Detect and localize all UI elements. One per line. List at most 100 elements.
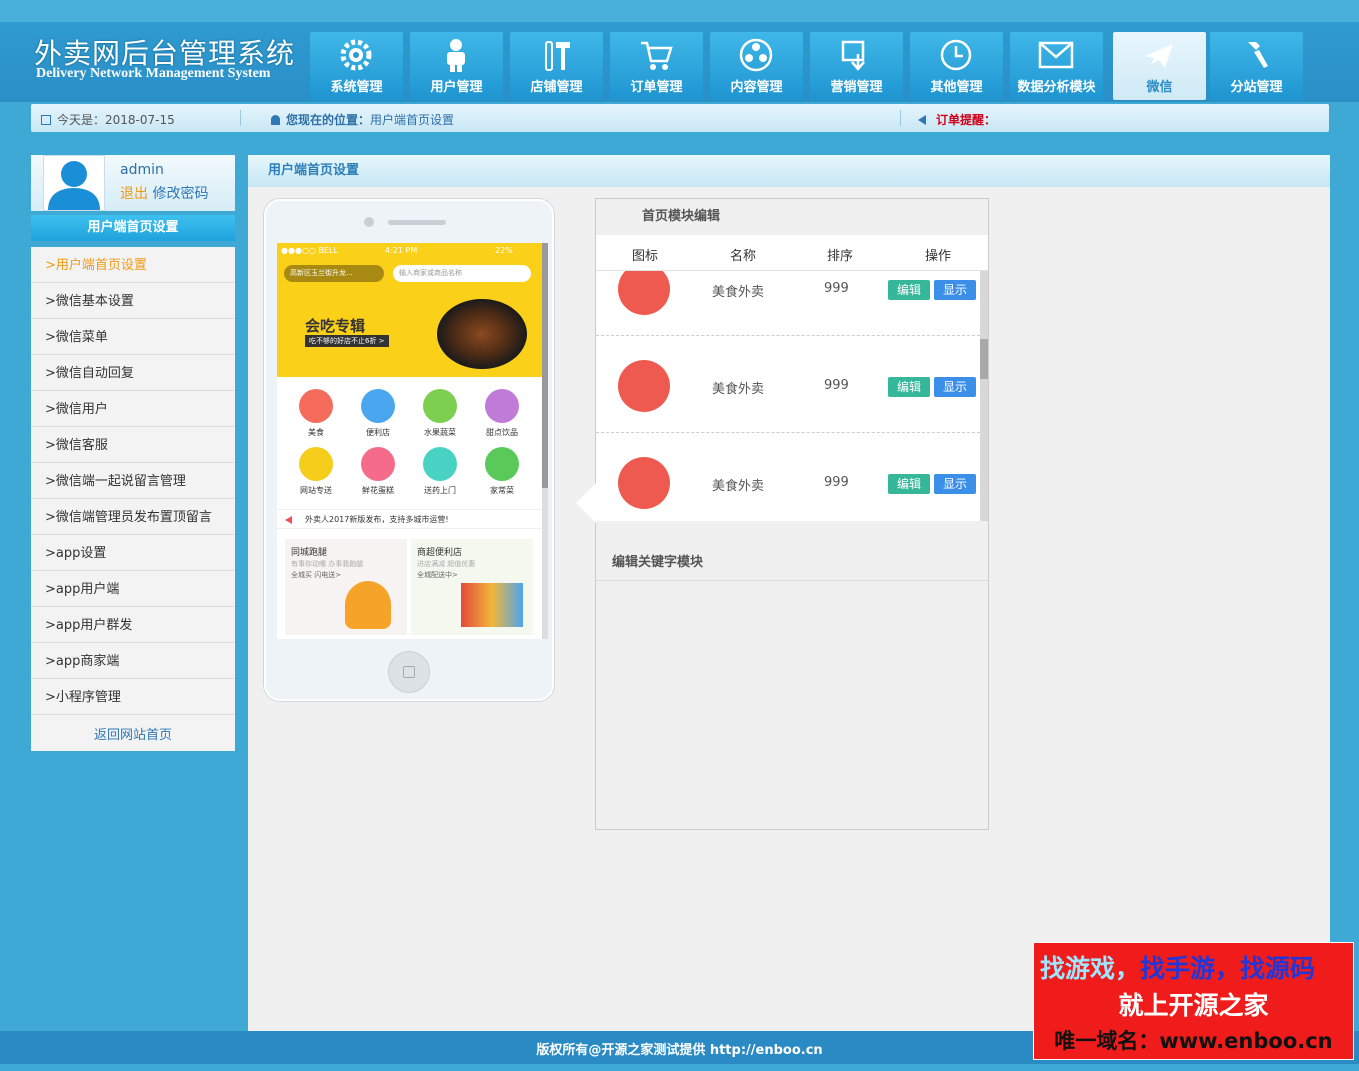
clock: 4:21 PM xyxy=(385,246,418,255)
nav-analytics[interactable]: 数据分析模块 xyxy=(1010,32,1103,100)
category-label: 网站专送 xyxy=(300,486,332,495)
show-button[interactable]: 显示 xyxy=(934,474,976,494)
category-icon[interactable] xyxy=(299,389,333,423)
promo-card-errand[interactable]: 同城跑腿 有事你动嘴 办事我跑腿 全城买 闪电送> xyxy=(285,539,407,635)
keyword-module-title: 编辑关键字模块 xyxy=(596,545,988,581)
table-row: 美食外卖 999 编辑 显示 xyxy=(596,336,980,433)
promo-card-store[interactable]: 商超便利店 进店满减 超值优惠 全城配送中> xyxy=(411,539,533,635)
edit-button[interactable]: 编辑 xyxy=(888,474,930,494)
col-name: 名称 xyxy=(730,249,757,264)
sidebar-title: 用户端首页设置 xyxy=(31,215,235,241)
show-button[interactable]: 显示 xyxy=(934,377,976,397)
sidebar-item-wechat-users[interactable]: >微信用户 xyxy=(31,391,235,427)
gear-icon xyxy=(340,39,372,71)
panel-title: 首页模块编辑 xyxy=(596,199,988,235)
calendar-icon xyxy=(41,115,51,125)
category-icon[interactable] xyxy=(299,447,333,481)
top-strip xyxy=(0,0,1359,22)
card-subtitle: 进店满减 超值优惠 xyxy=(417,560,476,568)
sidebar-item-wechat-service[interactable]: >微信客服 xyxy=(31,427,235,463)
row-order: 999 xyxy=(824,281,849,296)
table-row: 美食外卖 999 编辑 显示 xyxy=(596,433,980,521)
avatar xyxy=(43,155,105,211)
phone-speaker xyxy=(388,220,446,225)
nav-substation[interactable]: 分站管理 xyxy=(1210,32,1303,100)
sidebar-item-app-broadcast[interactable]: >app用户群发 xyxy=(31,607,235,643)
card-title: 同城跑腿 xyxy=(291,548,328,558)
phone-camera xyxy=(364,217,374,227)
sidebar-item-wechat-menu[interactable]: >微信菜单 xyxy=(31,319,235,355)
scrollbar-thumb[interactable] xyxy=(980,339,988,379)
tools-icon xyxy=(545,41,570,71)
username: admin xyxy=(120,162,164,178)
phone-home-button[interactable] xyxy=(388,651,430,693)
logout-link[interactable]: 退出 xyxy=(120,186,148,202)
category-grid: 美食 便利店 水果蔬菜 甜点饮品 网站专送 鲜花蛋糕 送药上门 家常菜 xyxy=(277,381,548,501)
category-icon[interactable] xyxy=(485,389,519,423)
col-icon: 图标 xyxy=(632,249,659,264)
phone-search[interactable]: 输入商家或商品名称 xyxy=(393,265,531,282)
sidebar-list: >用户端首页设置 >微信基本设置 >微信菜单 >微信自动回复 >微信用户 >微信… xyxy=(31,247,235,751)
film-reel-icon xyxy=(739,38,773,72)
user-box: admin 退出 修改密码 xyxy=(31,155,235,211)
category-icon[interactable] xyxy=(423,447,457,481)
col-order: 排序 xyxy=(827,249,854,264)
sidebar-item-home-settings[interactable]: >用户端首页设置 xyxy=(31,247,235,283)
panel-pointer xyxy=(576,483,596,523)
info-bar: 今天是：2018-07-15 您现在的位置：用户端首页设置 订单提醒： xyxy=(31,104,1329,132)
nav-system[interactable]: 系统管理 xyxy=(310,32,403,100)
page-title: 用户端首页设置 xyxy=(248,155,1330,187)
category-icon[interactable] xyxy=(361,447,395,481)
date-label: 今天是： xyxy=(57,113,106,127)
nav-content[interactable]: 内容管理 xyxy=(710,32,803,100)
back-to-site-link[interactable]: 返回网站首页 xyxy=(31,715,235,751)
bowl-icon xyxy=(618,457,670,509)
sidebar-item-wechat-autoreply[interactable]: >微信自动回复 xyxy=(31,355,235,391)
module-editor-panel: 首页模块编辑 图标 名称 排序 操作 美食外卖 999 编辑 显示 美食外卖 9… xyxy=(576,198,989,830)
row-name: 美食外卖 xyxy=(712,479,765,494)
cart-icon xyxy=(641,41,673,70)
nav-other[interactable]: 其他管理 xyxy=(910,32,1003,100)
change-password-link[interactable]: 修改密码 xyxy=(152,186,208,202)
person-icon xyxy=(447,39,465,72)
sidebar-item-wechat-basic[interactable]: >微信基本设置 xyxy=(31,283,235,319)
sidebar-item-app-merchant[interactable]: >app商家端 xyxy=(31,643,235,679)
table-body: 美食外卖 999 编辑 显示 美食外卖 999 编辑 显示 美食外卖 999 编… xyxy=(596,271,988,521)
sidebar-item-miniprogram[interactable]: >小程序管理 xyxy=(31,679,235,715)
category-label: 家常菜 xyxy=(490,486,514,495)
sidebar-item-wechat-pinned[interactable]: >微信端管理员发布置顶留言 xyxy=(31,499,235,535)
sidebar-item-app-settings[interactable]: >app设置 xyxy=(31,535,235,571)
nav-shop[interactable]: 店铺管理 xyxy=(510,32,603,100)
order-alert-label: 订单提醒： xyxy=(936,113,997,127)
user-avatar-icon xyxy=(48,161,100,210)
nav-order[interactable]: 订单管理 xyxy=(610,32,703,100)
watermark-text-2: 就上开源之家 xyxy=(1118,991,1269,1020)
goods-illustration xyxy=(461,583,523,627)
category-label: 送药上门 xyxy=(424,486,456,495)
location-text: 高新区玉兰街升龙... xyxy=(290,269,353,277)
location-pill[interactable]: 高新区玉兰街升龙... xyxy=(284,265,384,282)
plane-icon xyxy=(1145,44,1173,68)
logo-subtitle: Delivery Network Management System xyxy=(36,66,271,81)
sidebar-item-wechat-messages[interactable]: >微信端一起说留言管理 xyxy=(31,463,235,499)
food-bowl-image xyxy=(437,299,527,369)
nav-marketing[interactable]: 营销管理 xyxy=(810,32,903,100)
watermark-text-3: 唯一域名：www.enboo.cn xyxy=(1054,1029,1333,1053)
edit-button[interactable]: 编辑 xyxy=(888,377,930,397)
nav-user[interactable]: 用户管理 xyxy=(410,32,503,100)
sidebar-item-app-user[interactable]: >app用户端 xyxy=(31,571,235,607)
phone-scrollbar[interactable] xyxy=(542,243,548,639)
category-icon[interactable] xyxy=(361,389,395,423)
category-icon[interactable] xyxy=(423,389,457,423)
speaker-icon xyxy=(918,115,926,125)
show-button[interactable]: 显示 xyxy=(934,280,976,300)
table-scrollbar[interactable] xyxy=(980,271,988,521)
edit-button[interactable]: 编辑 xyxy=(888,280,930,300)
card-title: 商超便利店 xyxy=(417,548,463,558)
watermark-banner: 找游戏，找手游，找源码 就上开源之家 唯一域名：www.enboo.cn xyxy=(1033,942,1354,1060)
nav-wechat[interactable]: 微信 xyxy=(1113,32,1206,100)
card-tag: 全城买 闪电送> xyxy=(291,571,342,579)
category-icon[interactable] xyxy=(485,447,519,481)
courier-illustration xyxy=(345,581,391,629)
phone-preview: ●●●○○ BELL 4:21 PM 22% 高新区玉兰街升龙... 输入商家或… xyxy=(264,199,554,701)
